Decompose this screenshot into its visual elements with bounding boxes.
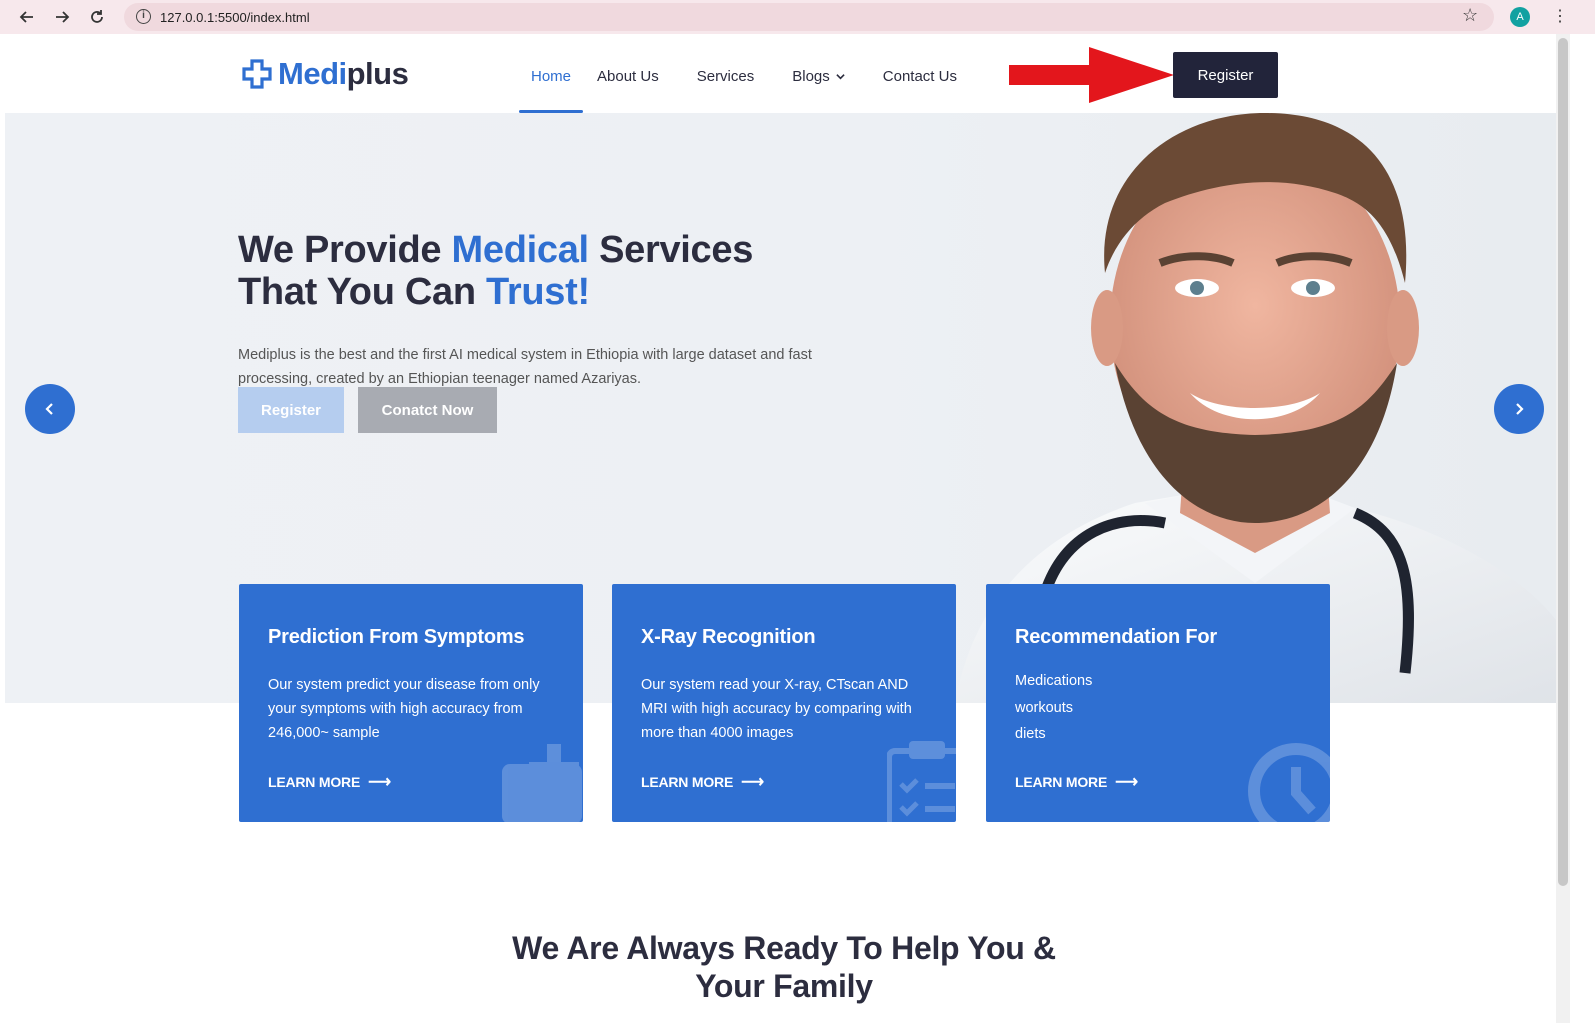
- logo-medi: Medi: [278, 56, 347, 91]
- arrow-right-icon: ⟶: [1115, 774, 1138, 791]
- main-nav: Home About Us Services Blogs Contact Us: [519, 40, 957, 113]
- browser-toolbar: i 127.0.0.1:5500/index.html ☆ A ⋮: [0, 0, 1595, 34]
- bookmark-star-icon[interactable]: ☆: [1462, 5, 1478, 26]
- learn-more-link[interactable]: LEARN MORE ⟶: [1015, 772, 1138, 792]
- chevron-down-icon: [836, 74, 845, 80]
- nav-blogs-label: Blogs: [792, 68, 830, 85]
- learn-more-label: LEARN MORE: [268, 774, 361, 790]
- nav-home[interactable]: Home: [519, 40, 584, 113]
- section-title-line: We Are Always Ready To Help You &: [512, 930, 1056, 966]
- nav-services[interactable]: Services: [697, 40, 755, 113]
- list-item: workouts: [1015, 699, 1074, 716]
- url-text: 127.0.0.1:5500/index.html: [160, 9, 310, 25]
- card-title: Recommendation For: [1015, 626, 1217, 648]
- back-icon[interactable]: [16, 6, 38, 28]
- list-item: diets: [1015, 726, 1046, 742]
- learn-more-label: LEARN MORE: [1015, 774, 1108, 790]
- hero-description: Mediplus is the best and the first AI me…: [238, 347, 812, 387]
- register-button[interactable]: Register: [1173, 52, 1278, 98]
- slider-prev-button[interactable]: [25, 384, 75, 434]
- logo-plus: plus: [346, 56, 409, 91]
- hero-title: We Provide Medical Services That You Can…: [238, 229, 753, 313]
- site-header: Mediplus Home About Us Services Blogs Co…: [5, 40, 1556, 113]
- reload-icon[interactable]: [86, 6, 108, 28]
- feature-card-recommendation: Recommendation For Medications workouts …: [986, 584, 1330, 822]
- hero-title-part: We Provide: [238, 229, 452, 271]
- browser-menu-icon[interactable]: ⋮: [1552, 6, 1568, 26]
- card-list: Medications workouts diets: [1015, 668, 1092, 748]
- hero-contact-button[interactable]: Conatct Now: [358, 387, 497, 433]
- first-aid-icon: [502, 744, 582, 822]
- arrow-right-icon: ⟶: [741, 774, 764, 791]
- medical-cross-icon: [242, 59, 272, 89]
- arrow-right-icon: ⟶: [368, 774, 391, 791]
- hero-title-highlight: Trust!: [486, 271, 590, 313]
- hero-title-part: Services: [588, 229, 754, 271]
- clipboard-icon: [887, 741, 956, 822]
- section-title-line: Your Family: [695, 968, 873, 1004]
- address-bar[interactable]: i 127.0.0.1:5500/index.html: [124, 3, 1494, 31]
- scrollbar-thumb[interactable]: [1558, 38, 1568, 886]
- feature-card-symptoms: Prediction From Symptoms Our system pred…: [239, 584, 583, 822]
- card-text: Our system read your X-ray, CTscan AND M…: [641, 677, 912, 741]
- chevron-right-icon: [1516, 403, 1524, 415]
- nav-contact-us[interactable]: Contact Us: [883, 40, 957, 113]
- learn-more-label: LEARN MORE: [641, 774, 734, 790]
- profile-avatar[interactable]: A: [1510, 7, 1530, 27]
- hero-title-highlight: Medical: [451, 229, 590, 271]
- section-title: We Are Always Ready To Help You & Your F…: [0, 929, 1568, 1005]
- forward-icon[interactable]: [51, 6, 73, 28]
- nav-blogs[interactable]: Blogs: [792, 40, 845, 113]
- hero-title-part: That You Can: [238, 271, 487, 313]
- hero-register-button[interactable]: Register: [238, 387, 344, 433]
- site-info-icon[interactable]: i: [136, 9, 151, 24]
- learn-more-link[interactable]: LEARN MORE ⟶: [268, 772, 391, 792]
- annotation-arrow-icon: [1009, 47, 1174, 103]
- card-title: X-Ray Recognition: [641, 626, 816, 648]
- list-item: Medications: [1015, 673, 1093, 689]
- feature-card-xray: X-Ray Recognition Our system read your X…: [612, 584, 956, 822]
- chevron-left-icon: [45, 403, 53, 415]
- slider-next-button[interactable]: [1494, 384, 1544, 434]
- scrollbar[interactable]: [1556, 34, 1570, 1023]
- site-logo[interactable]: Mediplus: [242, 56, 409, 92]
- nav-about-us[interactable]: About Us: [597, 40, 659, 113]
- clock-icon: [1248, 743, 1330, 822]
- card-title: Prediction From Symptoms: [268, 626, 525, 648]
- learn-more-link[interactable]: LEARN MORE ⟶: [641, 772, 764, 792]
- card-text: Our system predict your disease from onl…: [268, 677, 540, 741]
